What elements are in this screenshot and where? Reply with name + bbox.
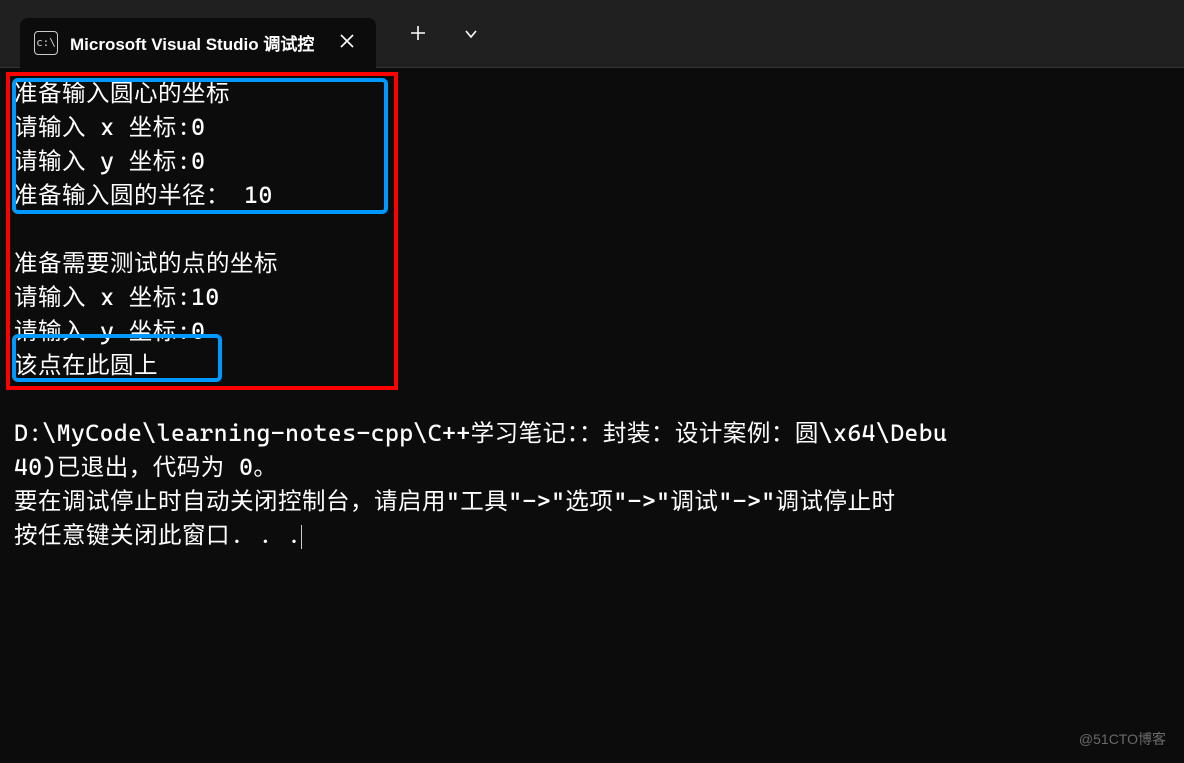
- tab-dropdown-button[interactable]: [450, 15, 492, 53]
- console-output: 准备输入圆心的坐标 请输入 x 坐标:0 请输入 y 坐标:0 准备输入圆的半径…: [0, 68, 1184, 552]
- output-line: 准备输入圆的半径： 10: [14, 181, 273, 209]
- cursor: [301, 525, 302, 549]
- terminal-viewport[interactable]: 准备输入圆心的坐标 请输入 x 坐标:0 请输入 y 坐标:0 准备输入圆的半径…: [0, 68, 1184, 552]
- output-line: D:\MyCode\learning-notes-cpp\C++学习笔记：：封装…: [14, 419, 947, 447]
- output-line: 请输入 y 坐标:0: [14, 147, 205, 175]
- tab-toolbar: [396, 15, 492, 53]
- output-line: 请输入 x 坐标:10: [14, 283, 220, 311]
- output-line: 要在调试停止时自动关闭控制台，请启用"工具"->"选项"->"调试"->"调试停…: [14, 487, 896, 515]
- new-tab-button[interactable]: [396, 15, 440, 53]
- title-bar: c:\ Microsoft Visual Studio 调试控: [0, 0, 1184, 68]
- close-tab-button[interactable]: [332, 28, 362, 57]
- output-line: 请输入 x 坐标:0: [14, 113, 205, 141]
- watermark: @51CTO博客: [1079, 729, 1166, 749]
- terminal-icon: c:\: [34, 31, 58, 55]
- output-line: 请输入 y 坐标:0: [14, 317, 205, 345]
- output-line: 40)已退出，代码为 0。: [14, 453, 277, 481]
- output-line: 准备输入圆心的坐标: [14, 79, 230, 107]
- tab-title: Microsoft Visual Studio 调试控: [70, 30, 314, 55]
- output-line: 该点在此圆上: [14, 351, 158, 379]
- output-line: 按任意键关闭此窗口. . .: [14, 521, 301, 549]
- terminal-tab[interactable]: c:\ Microsoft Visual Studio 调试控: [20, 18, 376, 68]
- output-line: 准备需要测试的点的坐标: [14, 249, 278, 277]
